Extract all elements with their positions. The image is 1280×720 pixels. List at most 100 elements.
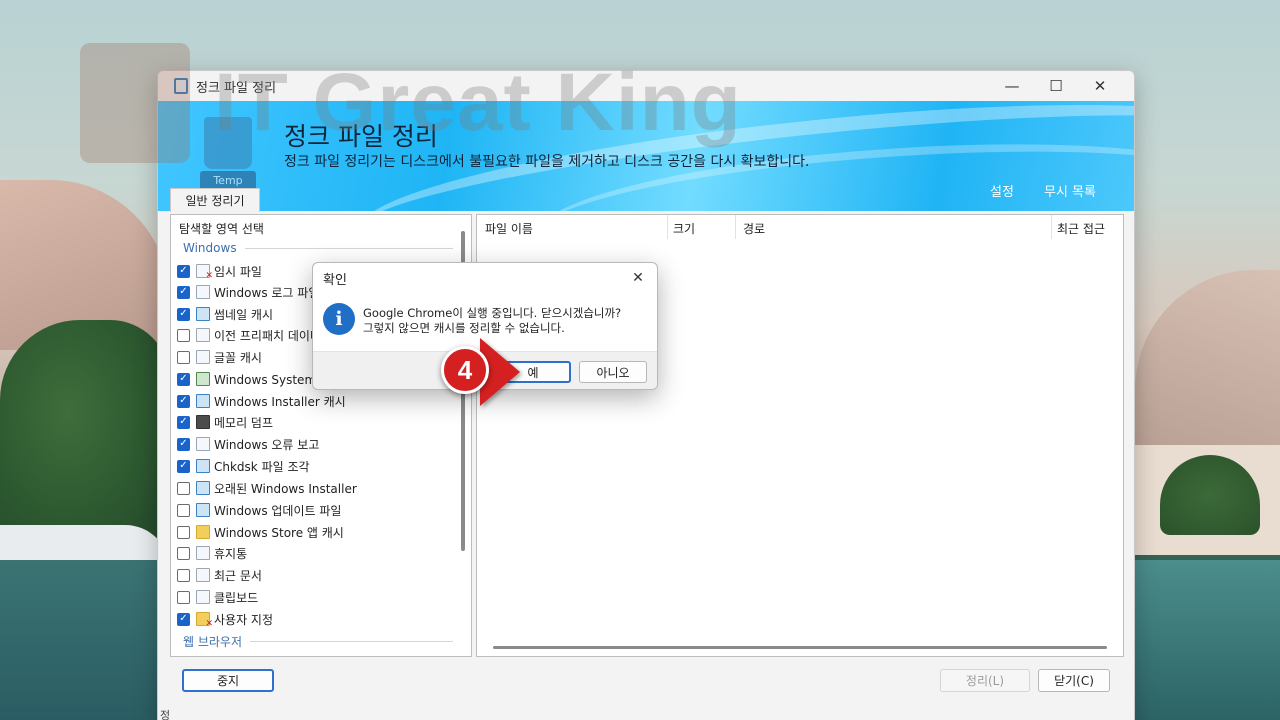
desktop-hill-right [1135,270,1280,450]
list-item-installer-cache[interactable]: ✓ Windows Installer 캐시 [177,391,346,411]
checkbox-checked[interactable]: ✓ [177,372,190,386]
list-item-label: Windows Installer 캐시 [214,394,346,409]
banner-title: 정크 파일 정리 [284,122,438,151]
junk-cleaner-window: 정크 파일 정리 — ☐ ✕ Temp 정크 파일 정리 정크 파일 정리기는 … [157,70,1135,720]
stop-button[interactable]: 중지 [182,669,274,692]
tab-general-cleaner[interactable]: 일반 정리기 [170,188,260,212]
horizontal-scrollbar[interactable] [493,646,1107,649]
font-icon [196,350,210,364]
checkbox-unchecked[interactable] [177,568,190,582]
list-item-temp-files[interactable]: ✓ 임시 파일 [177,261,262,281]
column-header-path[interactable]: 경로 [743,220,765,237]
checkbox-unchecked[interactable] [177,328,190,342]
disk-icon [196,459,210,473]
checkbox-unchecked[interactable] [177,503,190,517]
system-icon [196,372,210,386]
list-item-label: 이전 프리패치 데이터 [214,328,321,343]
recycle-bin-icon [196,546,210,560]
checkbox-checked[interactable]: ✓ [177,285,190,299]
installer-icon [196,394,210,408]
dialog-message-line: Google Chrome이 실행 중입니다. 닫으시겠습니까? [363,306,622,320]
maximize-button[interactable]: ☐ [1034,74,1078,98]
list-item-windows-log[interactable]: ✓ Windows 로그 파일 [177,282,319,302]
checkbox-checked[interactable]: ✓ [177,459,190,473]
temp-file-icon [196,264,213,281]
checkbox-checked[interactable]: ✓ [177,612,190,626]
installer-icon [196,481,210,495]
checkbox-checked[interactable]: ✓ [177,415,190,429]
banner-description: 정크 파일 정리기는 디스크에서 불필요한 파일을 제거하고 디스크 공간을 다… [284,154,810,170]
list-item-label: 오래된 Windows Installer [214,481,357,496]
desktop-water-right [1135,560,1280,720]
list-item-label: Windows 오류 보고 [214,437,320,452]
log-file-icon [196,285,210,299]
list-item-label: 썸네일 캐시 [214,307,274,322]
monitor-icon [196,307,210,321]
list-item-thumbnail-cache[interactable]: ✓ 썸네일 캐시 [177,304,273,324]
list-item-label: 휴지통 [214,546,248,561]
column-header-size[interactable]: 크기 [673,220,695,237]
list-item-custom[interactable]: ✓ 사용자 지정 [177,609,273,629]
info-icon: i [323,303,355,335]
desktop-water [0,560,170,720]
dialog-close-icon[interactable]: ✕ [627,267,649,289]
dialog-message: Google Chrome이 실행 중입니다. 닫으시겠습니까? 그렇지 않으면… [363,306,621,336]
column-header-filename[interactable]: 파일 이름 [485,220,533,237]
group-windows: Windows [183,241,453,255]
list-item-label: 임시 파일 [214,264,262,279]
list-item-update-files[interactable]: Windows 업데이트 파일 [177,500,341,520]
update-icon [196,503,210,517]
checkbox-unchecked[interactable] [177,590,190,604]
list-item-label: Windows Store 앱 캐시 [214,525,344,540]
checkbox-checked[interactable]: ✓ [177,307,190,321]
checkbox-checked[interactable]: ✓ [177,264,190,278]
ignore-list-link[interactable]: 무시 목록 [1044,181,1096,200]
step-number-badge: 4 [441,346,489,394]
group-divider [244,247,453,249]
dialog-title: 확인 [323,273,347,288]
settings-link[interactable]: 설정 [990,181,1014,200]
column-divider[interactable] [667,215,668,239]
list-item-clipboard[interactable]: 클립보드 [177,587,258,607]
list-item-label: Chkdsk 파일 조각 [214,459,310,474]
list-item-label: 글꼴 캐시 [214,350,262,365]
list-item-memory-dump[interactable]: ✓ 메모리 덤프 [177,412,273,432]
column-header-last-access[interactable]: 최근 접근 [1057,220,1105,237]
list-item-label: Windows 로그 파일 [214,285,320,300]
memory-icon [196,415,210,429]
list-item-error-report[interactable]: ✓ Windows 오류 보고 [177,434,319,454]
list-item-label: 최근 문서 [214,568,262,583]
custom-folder-icon [196,612,213,629]
list-item-label: 메모리 덤프 [214,415,274,430]
checkbox-unchecked[interactable] [177,525,190,539]
no-button[interactable]: 아니오 [579,361,647,383]
list-item-prefetch[interactable]: 이전 프리패치 데이터 [177,325,321,345]
document-icon [196,568,210,582]
trash-can-body [204,117,252,169]
list-item-recycle-bin[interactable]: 휴지통 [177,543,247,563]
scan-area-header: 탐색할 영역 선택 [179,222,264,236]
column-divider[interactable] [735,215,736,239]
checkbox-unchecked[interactable] [177,546,190,560]
column-divider[interactable] [1051,215,1052,239]
list-item-recent-docs[interactable]: 최근 문서 [177,565,262,585]
trash-can-icon: Temp [200,111,256,195]
close-window-button[interactable]: ✕ [1078,74,1122,98]
checkbox-unchecked[interactable] [177,481,190,495]
header-banner: Temp 정크 파일 정리 정크 파일 정리기는 디스크에서 불필요한 파일을 … [158,101,1134,211]
status-bar-text: 정 [160,709,171,720]
title-bar[interactable]: 정크 파일 정리 — ☐ ✕ [158,71,1134,101]
clean-button[interactable]: 정리(L) [940,669,1030,692]
checkbox-unchecked[interactable] [177,350,190,364]
list-item-chkdsk[interactable]: ✓ Chkdsk 파일 조각 [177,456,310,476]
list-item-old-installer[interactable]: 오래된 Windows Installer [177,478,357,498]
list-item-store-cache[interactable]: Windows Store 앱 캐시 [177,522,344,542]
close-button[interactable]: 닫기(C) [1038,669,1110,692]
dialog-message-line: 그렇지 않으면 캐시를 정리할 수 없습니다. [363,321,565,335]
checkbox-checked[interactable]: ✓ [177,394,190,408]
minimize-button[interactable]: — [990,74,1034,98]
list-item-label: 클립보드 [214,590,259,605]
list-item-font-cache[interactable]: 글꼴 캐시 [177,347,262,367]
checkbox-checked[interactable]: ✓ [177,437,190,451]
group-windows-label: Windows [183,241,237,255]
